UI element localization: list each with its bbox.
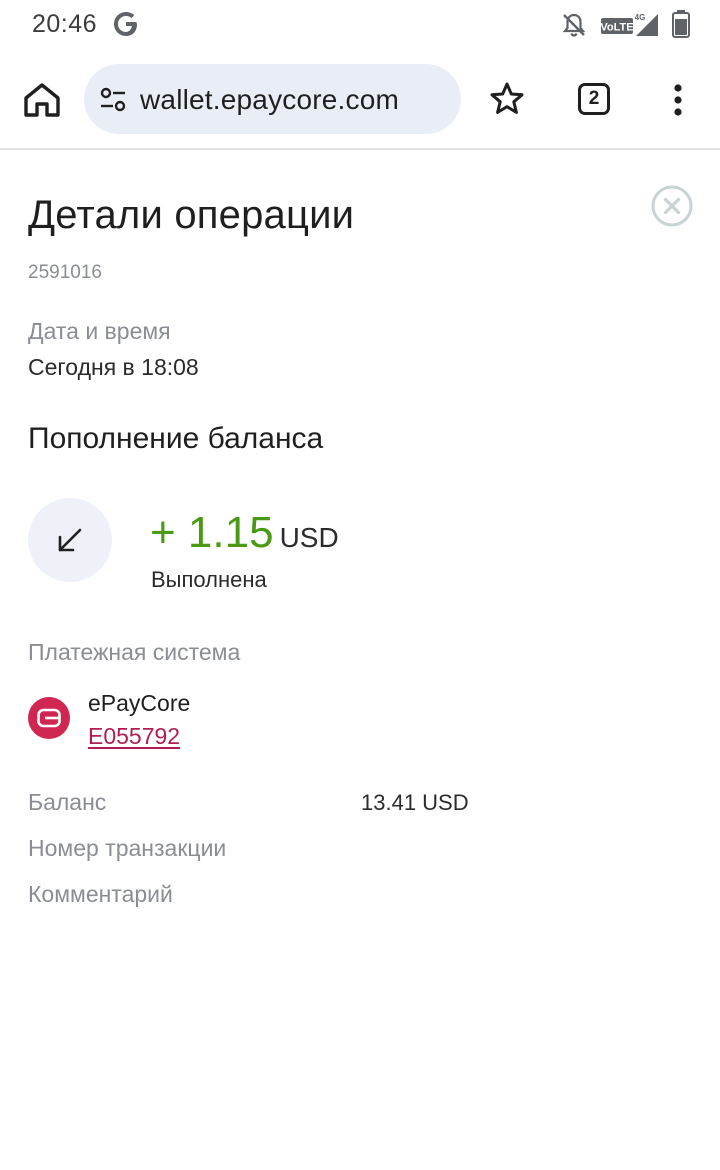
status-bar: 20:46 VoLTE 4G (0, 0, 720, 50)
wallet-icon (37, 708, 61, 728)
comment-label: Комментарий (28, 881, 173, 907)
browser-toolbar: wallet.epaycore.com 2 (0, 50, 720, 150)
payment-account-link[interactable]: E055792 (88, 723, 180, 750)
payment-system-label: Платежная система (28, 639, 241, 665)
svg-text:VoLTE: VoLTE (600, 22, 633, 34)
page-title: Детали операции (28, 193, 355, 237)
balance-value: 13.41 USD (361, 790, 469, 815)
bell-off-icon (562, 13, 586, 37)
volte-4g-signal-icon: VoLTE 4G (600, 13, 658, 36)
tab-switcher-button[interactable]: 2 (578, 83, 610, 115)
incoming-arrow-badge (28, 498, 112, 582)
more-options-icon[interactable] (664, 80, 692, 120)
operation-id: 2591016 (28, 262, 102, 283)
battery-icon (672, 10, 690, 38)
date-label: Дата и время (28, 318, 171, 344)
url-text[interactable]: wallet.epaycore.com (140, 84, 399, 116)
address-bar[interactable]: wallet.epaycore.com (84, 64, 461, 134)
operation-type: Пополнение баланса (28, 422, 324, 455)
home-icon[interactable] (22, 80, 62, 120)
payment-system-name: ePayCore (88, 690, 191, 716)
amount-value: + 1.15 (150, 508, 274, 557)
date-value: Сегодня в 18:08 (28, 354, 199, 380)
svg-text:4G: 4G (635, 13, 646, 22)
balance-label: Баланс (28, 789, 107, 815)
arrow-down-left-icon (58, 528, 82, 552)
google-g-icon (114, 12, 137, 36)
close-icon[interactable] (651, 185, 693, 227)
status-text: Выполнена (151, 567, 267, 592)
amount: + 1.15 USD (150, 508, 339, 558)
transaction-number-label: Номер транзакции (28, 835, 227, 861)
status-time: 20:46 (32, 10, 98, 38)
epaycore-logo (28, 697, 70, 739)
site-settings-icon[interactable] (98, 85, 128, 115)
amount-currency: USD (279, 522, 339, 553)
bookmark-star-icon[interactable] (488, 80, 526, 118)
